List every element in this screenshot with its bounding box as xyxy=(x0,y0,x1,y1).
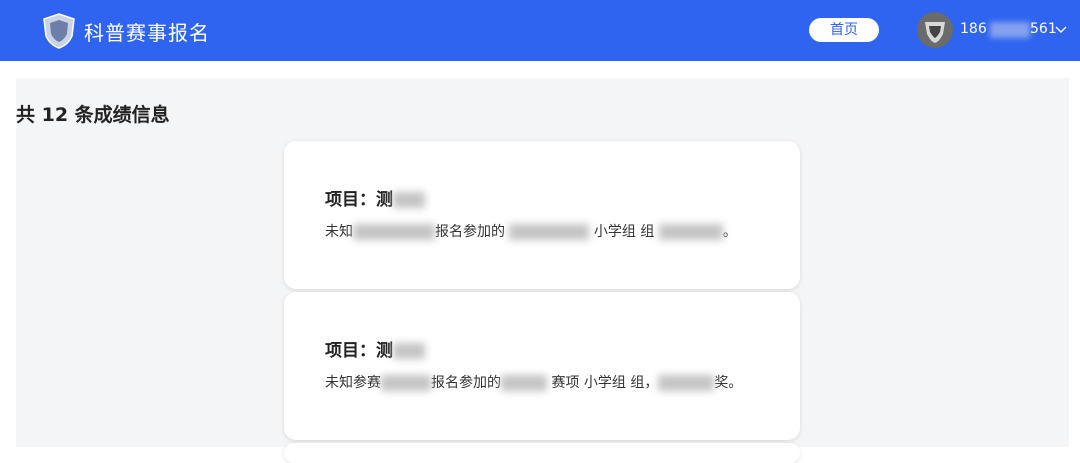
desc-mid1: 报名参加的 xyxy=(435,224,505,240)
redacted-text xyxy=(509,224,590,240)
card-project: 项目：测 xyxy=(325,336,425,361)
desc-prefix: 未知 xyxy=(325,224,353,240)
top-navbar: 科普赛事报名 首页 186 561 xyxy=(0,0,1080,61)
user-name-suffix[interactable]: 561 xyxy=(1030,21,1057,37)
home-button[interactable]: 首页 xyxy=(809,18,879,42)
project-value: 测 xyxy=(376,190,393,210)
redacted-text xyxy=(658,375,715,391)
result-card[interactable] xyxy=(284,443,800,463)
redacted-text xyxy=(393,343,425,359)
main-content: 共 12 条成绩信息 项目：测 未知 报名参加的 小学组 组 。 项目：测 未知参… xyxy=(16,78,1069,463)
project-value: 测 xyxy=(376,341,393,361)
redacted-text xyxy=(381,375,431,391)
desc-mid2: 赛项 小学组 组， xyxy=(551,375,659,391)
desc-end: 。 xyxy=(722,224,737,240)
desc-end: 奖。 xyxy=(714,375,743,391)
project-label: 项目： xyxy=(325,341,376,361)
redacted-text xyxy=(658,224,723,240)
result-count-title: 共 12 条成绩信息 xyxy=(16,104,170,126)
desc-mid1: 报名参加的 xyxy=(431,375,501,391)
avatar-image-icon xyxy=(917,12,953,48)
redacted-text xyxy=(393,192,425,208)
desc-mid2: 小学组 组 xyxy=(593,224,655,240)
chevron-down-icon[interactable] xyxy=(1054,22,1068,36)
project-label: 项目： xyxy=(325,190,376,210)
app-title: 科普赛事报名 xyxy=(84,21,210,45)
redacted-text xyxy=(501,375,547,391)
desc-prefix: 未知参赛 xyxy=(325,375,381,391)
user-name-prefix[interactable]: 186 xyxy=(960,21,987,37)
result-card[interactable]: 项目：测 未知参赛 报名参加的 赛项 小学组 组， 奖。 xyxy=(284,292,800,440)
redacted-user-digits xyxy=(990,22,1030,38)
redacted-text xyxy=(353,224,435,240)
result-card[interactable]: 项目：测 未知 报名参加的 小学组 组 。 xyxy=(284,141,800,289)
shield-logo-icon xyxy=(43,13,75,49)
card-description: 未知参赛 报名参加的 赛项 小学组 组， 奖。 xyxy=(325,372,742,392)
card-project: 项目：测 xyxy=(325,185,425,210)
avatar[interactable] xyxy=(917,12,953,48)
card-description: 未知 报名参加的 小学组 组 。 xyxy=(325,221,737,241)
